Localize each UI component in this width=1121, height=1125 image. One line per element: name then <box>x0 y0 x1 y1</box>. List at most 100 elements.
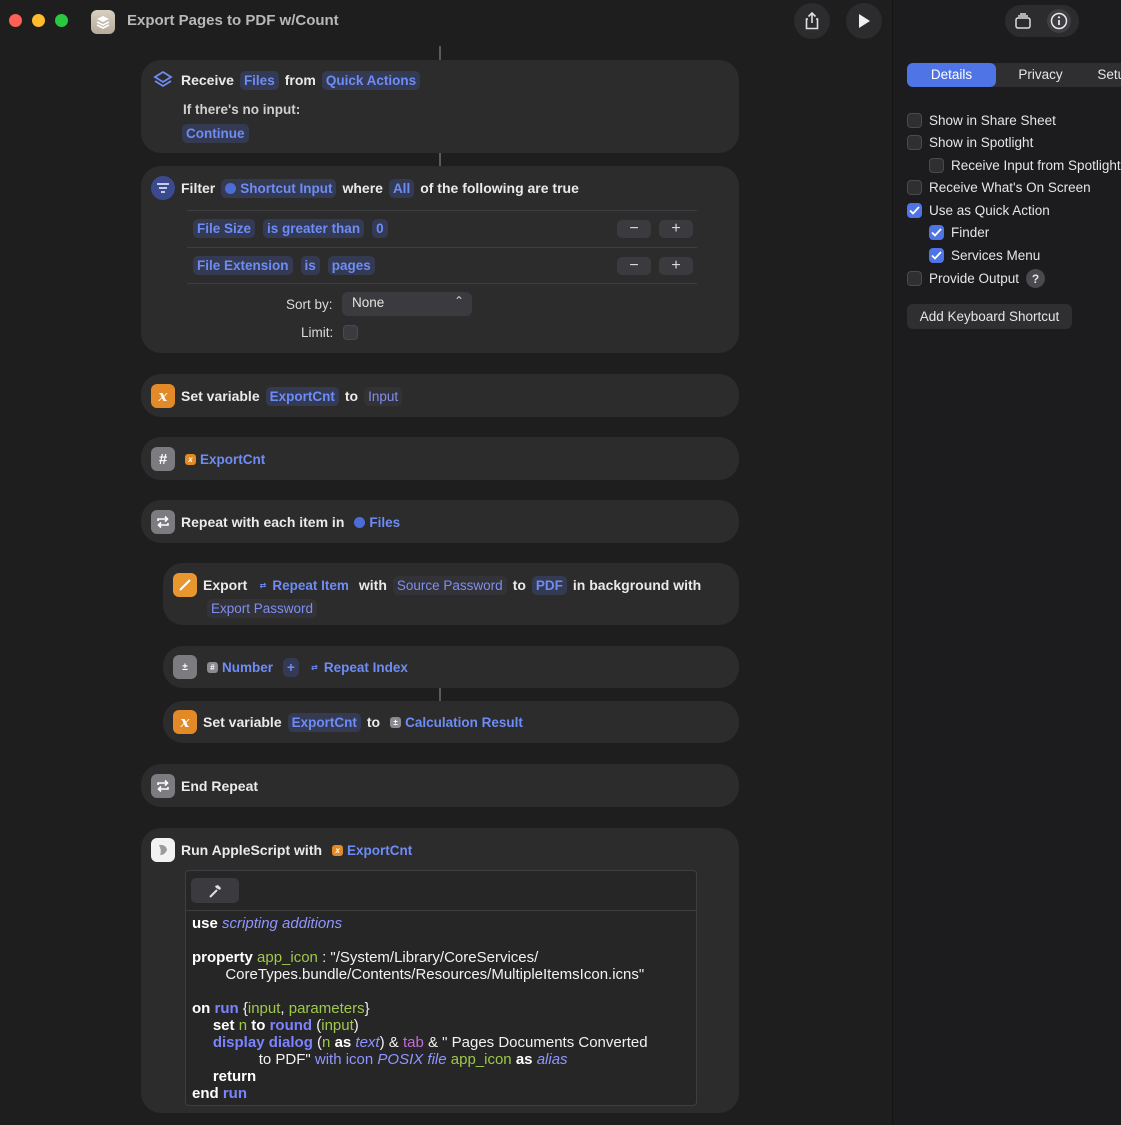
export-tail-label: in background with <box>572 577 702 593</box>
checkbox-checked[interactable] <box>929 225 944 240</box>
repeat-collection-token[interactable]: Files <box>350 513 404 532</box>
option-finder[interactable]: Finder <box>929 225 989 240</box>
checkbox-checked[interactable] <box>929 248 944 263</box>
option-receive-whats-on-screen[interactable]: Receive What's On Screen <box>907 180 1091 195</box>
shortcut-input-icon <box>225 182 237 194</box>
limit-checkbox[interactable] <box>343 325 358 340</box>
filter-conditions: File Size is greater than 0 − + File Ext… <box>187 210 697 284</box>
close-window-button[interactable] <box>9 14 22 27</box>
set-variable-verb: Set variable <box>203 714 282 730</box>
inspector-toggle-group <box>1005 5 1079 37</box>
option-receive-input-from-spotlight[interactable]: Receive Input from Spotlight <box>929 158 1121 173</box>
compile-button[interactable] <box>191 878 239 903</box>
source-token[interactable]: Quick Actions <box>321 70 421 90</box>
option-services-menu[interactable]: Services Menu <box>929 248 1040 263</box>
zoom-window-button[interactable] <box>55 14 68 27</box>
calc-right-token[interactable]: ⇄ Repeat Index <box>305 658 412 677</box>
condition-operator-token[interactable]: is <box>300 256 320 275</box>
export-action-card[interactable]: Export ⇄ Repeat Item with Source Passwor… <box>163 563 739 625</box>
receive-action-card[interactable]: Receive Files from Quick Actions If ther… <box>141 60 739 153</box>
shortcut-icon[interactable] <box>91 10 115 34</box>
variable-value-token[interactable]: Input <box>364 386 403 406</box>
add-keyboard-shortcut-button[interactable]: Add Keyboard Shortcut <box>907 304 1072 329</box>
checkbox-checked[interactable] <box>907 203 922 218</box>
calculator-icon: ± <box>173 655 197 679</box>
remove-condition-button[interactable]: − <box>617 257 651 275</box>
option-show-in-spotlight[interactable]: Show in Spotlight <box>907 135 1033 150</box>
checkbox[interactable] <box>929 158 944 173</box>
info-button[interactable] <box>1047 9 1071 33</box>
sort-by-select[interactable]: None ⌃ <box>342 292 472 316</box>
with-label: with <box>358 577 387 593</box>
option-label: Show in Spotlight <box>929 135 1034 150</box>
variable-x-icon: x <box>151 384 175 408</box>
checkbox[interactable] <box>907 113 922 128</box>
condition-value-token[interactable]: pages <box>327 256 375 275</box>
applescript-editor[interactable]: use scripting additions property app_ico… <box>185 870 697 1106</box>
filter-mode-token[interactable]: All <box>388 178 415 198</box>
repeat-icon <box>151 774 175 798</box>
help-button[interactable]: ? <box>1026 269 1046 288</box>
variable-x-icon: x <box>173 710 197 734</box>
applescript-action-card[interactable]: Run AppleScript with x ExportCnt use scr… <box>141 828 739 1113</box>
limit-label: Limit: <box>301 325 334 340</box>
tab-privacy[interactable]: Privacy <box>996 63 1085 87</box>
calc-left-token[interactable]: # Number <box>203 658 277 677</box>
source-password-token[interactable]: Source Password <box>392 575 507 595</box>
filter-icon <box>151 176 175 200</box>
checkbox[interactable] <box>907 180 922 195</box>
condition-value-token[interactable]: 0 <box>372 219 388 238</box>
condition-property-token[interactable]: File Size <box>193 219 256 238</box>
set-variable-action-card[interactable]: x Set variable ExportCnt to Input <box>141 374 739 417</box>
variable-name-token[interactable]: ExportCnt <box>287 712 361 732</box>
calc-operator-token[interactable]: + <box>283 657 299 677</box>
variable-name-token[interactable]: ExportCnt <box>265 386 339 406</box>
option-use-as-quick-action[interactable]: Use as Quick Action <box>907 203 1050 218</box>
option-provide-output[interactable]: Provide Output ? <box>907 269 1046 288</box>
add-condition-button[interactable]: + <box>659 257 693 275</box>
applescript-input-label: ExportCnt <box>347 842 413 858</box>
variable-x-icon: x <box>185 453 196 465</box>
condition-operator-token[interactable]: is greater than <box>263 219 365 238</box>
export-item-token[interactable]: ⇄ Repeat Item <box>253 576 353 595</box>
where-label: where <box>342 180 383 196</box>
checkbox[interactable] <box>907 271 922 286</box>
run-button[interactable] <box>846 3 882 39</box>
checkbox[interactable] <box>907 135 922 150</box>
input-type-token[interactable]: Files <box>239 70 279 90</box>
option-label: Services Menu <box>951 248 1041 263</box>
number-action-card[interactable]: # x ExportCnt <box>141 437 739 480</box>
checkmark-icon <box>931 251 942 260</box>
inspector-tabs: Details Privacy Setup <box>907 63 1121 87</box>
calculate-action-card[interactable]: ± # Number + ⇄ Repeat Index <box>163 646 739 688</box>
minimize-window-button[interactable] <box>32 14 45 27</box>
end-repeat-card[interactable]: End Repeat <box>141 764 739 807</box>
share-button[interactable] <box>794 3 830 39</box>
add-condition-button[interactable]: + <box>659 220 693 238</box>
export-format-token[interactable]: PDF <box>531 575 567 595</box>
remove-condition-button[interactable]: − <box>617 220 651 238</box>
inspector-panel: Details Privacy Setup Show in Share Shee… <box>892 0 1121 1125</box>
number-variable-token[interactable]: x ExportCnt <box>181 450 269 469</box>
repeat-collection-label: Files <box>369 514 401 530</box>
calc-right-label: Repeat Index <box>323 659 408 675</box>
window-title[interactable]: Export Pages to PDF w/Count <box>127 12 339 29</box>
filter-target-label: Shortcut Input <box>240 180 333 196</box>
filter-action-card[interactable]: Filter Shortcut Input where All of the f… <box>141 166 739 353</box>
variable-value-token[interactable]: ± Calculation Result <box>386 713 527 732</box>
option-label: Show in Share Sheet <box>929 113 1056 128</box>
set-variable-action-card[interactable]: x Set variable ExportCnt to ± Calculatio… <box>163 701 739 743</box>
tab-details[interactable]: Details <box>907 63 996 87</box>
tab-setup[interactable]: Setup <box>1085 63 1121 87</box>
condition-property-token[interactable]: File Extension <box>193 256 293 275</box>
no-input-action-token[interactable]: Continue <box>182 124 249 143</box>
library-button[interactable] <box>1011 9 1035 33</box>
filter-target-token[interactable]: Shortcut Input <box>221 178 337 198</box>
repeat-icon <box>151 510 175 534</box>
applescript-input-token[interactable]: x ExportCnt <box>328 841 416 860</box>
option-show-in-share-sheet[interactable]: Show in Share Sheet <box>907 113 1056 128</box>
title-bar: Export Pages to PDF w/Count <box>0 0 892 44</box>
repeat-action-card[interactable]: Repeat with each item in Files <box>141 500 739 543</box>
variable-x-icon: x <box>332 844 344 856</box>
export-password-token[interactable]: Export Password <box>207 599 318 618</box>
